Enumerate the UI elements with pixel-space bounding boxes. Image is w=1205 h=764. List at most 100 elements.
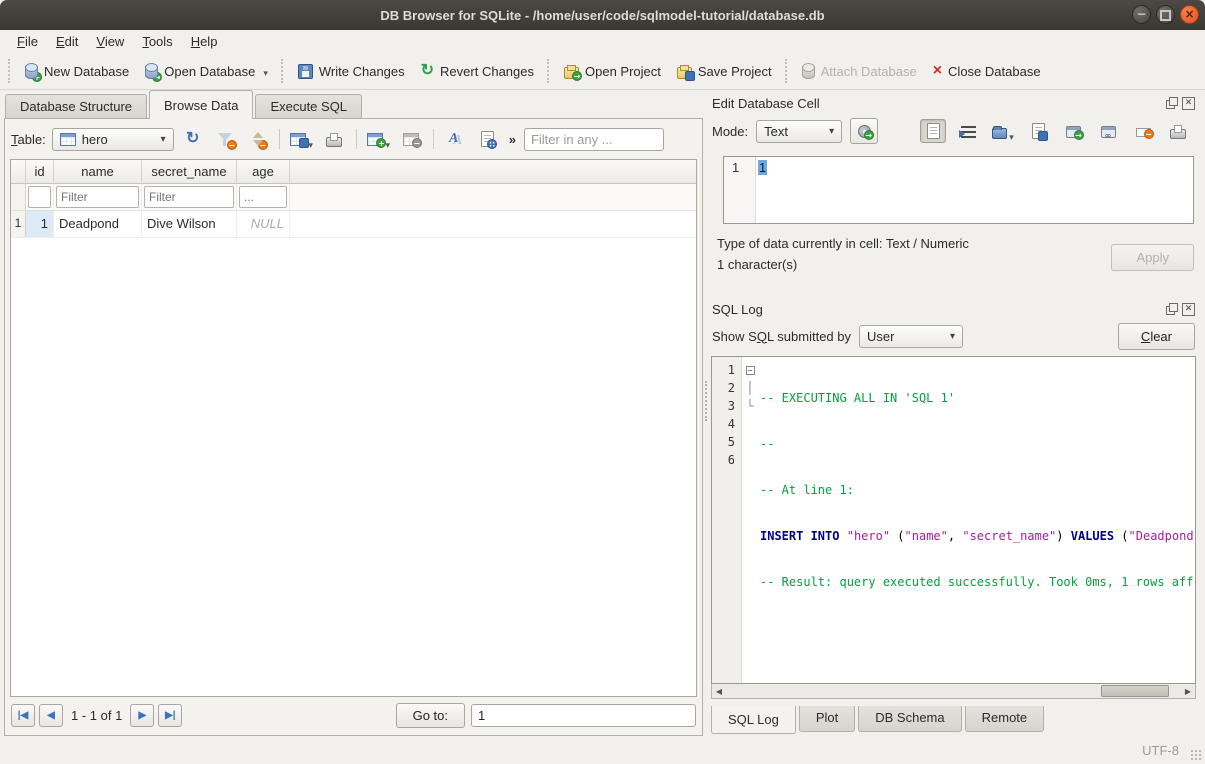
column-header-age[interactable]: age bbox=[237, 160, 290, 184]
column-header-name[interactable]: name bbox=[54, 160, 142, 184]
first-record-button[interactable]: |◀ bbox=[11, 704, 35, 727]
menu-tools[interactable]: Tools bbox=[133, 32, 181, 51]
find-in-table-button[interactable]: ∷ bbox=[475, 127, 501, 151]
export-data-button[interactable] bbox=[1025, 119, 1051, 143]
column-header-secret-name[interactable]: secret_name bbox=[142, 160, 237, 184]
maximize-button[interactable] bbox=[1156, 5, 1175, 24]
print-cell-button[interactable] bbox=[1165, 119, 1191, 143]
scrollbar-thumb[interactable] bbox=[1101, 685, 1169, 697]
minimize-button[interactable]: − bbox=[1132, 5, 1151, 24]
scroll-left-icon[interactable]: ◀ bbox=[712, 687, 726, 696]
set-null-button[interactable]: − bbox=[1130, 119, 1156, 143]
log-line-numbers: 123 456 bbox=[712, 357, 742, 683]
tab-browse-data[interactable]: Browse Data bbox=[149, 90, 253, 119]
filter-input-secret-name[interactable] bbox=[144, 186, 234, 208]
tab-database-structure[interactable]: Database Structure bbox=[5, 94, 147, 119]
close-panel-icon[interactable]: ✕ bbox=[1182, 303, 1195, 316]
new-database-button[interactable]: + New Database bbox=[18, 59, 136, 83]
column-header-id[interactable]: id bbox=[26, 160, 54, 184]
encoding-indicator[interactable]: UTF-8 bbox=[1142, 743, 1179, 758]
log-horizontal-scrollbar[interactable]: ◀ ▶ bbox=[711, 684, 1196, 699]
fold-marker-icon: − bbox=[746, 366, 755, 375]
log-line: -- Result: query executed successfully. … bbox=[760, 573, 1195, 591]
print-icon bbox=[1170, 129, 1186, 139]
menu-file[interactable]: File bbox=[8, 32, 47, 51]
mode-select[interactable]: Text ▾ bbox=[756, 120, 842, 143]
clear-sorting-button[interactable]: − bbox=[244, 127, 270, 151]
cell-secret-name[interactable]: Dive Wilson bbox=[142, 211, 237, 237]
grid-corner[interactable] bbox=[11, 160, 26, 184]
open-external-icon: → bbox=[1066, 126, 1081, 138]
sql-log-view[interactable]: 123 456 − │ └ -- EXECUTING ALL IN 'SQL 1… bbox=[711, 356, 1196, 684]
insert-record-button[interactable]: +▾ bbox=[366, 127, 392, 151]
float-panel-icon[interactable] bbox=[1165, 97, 1178, 110]
database-open-icon: → bbox=[145, 63, 158, 79]
right-pane: Edit Database Cell ✕ Mode: Text ▾ → ▾ bbox=[709, 90, 1205, 736]
dock-tab-remote[interactable]: Remote bbox=[965, 706, 1045, 732]
import-data-button[interactable]: ▾ bbox=[990, 119, 1016, 143]
float-panel-icon[interactable] bbox=[1165, 303, 1178, 316]
previous-record-button[interactable]: ◀ bbox=[39, 704, 63, 727]
mode-label: Mode: bbox=[712, 124, 748, 139]
filter-any-input[interactable] bbox=[524, 128, 664, 151]
close-panel-icon[interactable]: ✕ bbox=[1182, 97, 1195, 110]
tab-execute-sql[interactable]: Execute SQL bbox=[255, 94, 362, 119]
row-number[interactable]: 1 bbox=[11, 211, 26, 237]
vertical-splitter[interactable] bbox=[703, 90, 709, 736]
write-changes-button[interactable]: Write Changes bbox=[291, 60, 412, 83]
toolbar-handle bbox=[281, 59, 285, 83]
open-external-button[interactable]: → bbox=[1060, 119, 1086, 143]
database-new-icon: + bbox=[25, 63, 38, 79]
table-label: Table: bbox=[11, 132, 46, 147]
open-database-dropdown-icon[interactable]: ▾ bbox=[263, 68, 268, 79]
last-record-button[interactable]: ▶| bbox=[158, 704, 182, 727]
cell-age[interactable]: NULL bbox=[237, 211, 290, 237]
cell-id[interactable]: 1 bbox=[26, 211, 54, 237]
cell-type-text: Type of data currently in cell: Text / N… bbox=[717, 236, 1111, 251]
sql-source-select[interactable]: User ▾ bbox=[859, 325, 963, 348]
refresh-button[interactable]: ↻ bbox=[180, 127, 206, 151]
revert-changes-button[interactable]: ↻ Revert Changes bbox=[414, 59, 541, 83]
goto-input[interactable] bbox=[471, 704, 696, 727]
dock-tab-db-schema[interactable]: DB Schema bbox=[858, 706, 961, 732]
auto-switch-mode-button[interactable]: → bbox=[850, 118, 878, 144]
log-fold-margin[interactable]: − │ └ bbox=[742, 357, 758, 683]
menu-help[interactable]: Help bbox=[182, 32, 227, 51]
cell-name[interactable]: Deadpond bbox=[54, 211, 142, 237]
clear-filters-button[interactable]: − bbox=[212, 127, 238, 151]
close-button[interactable]: × bbox=[1180, 5, 1199, 24]
print-table-button[interactable] bbox=[321, 127, 347, 151]
dock-tab-plot[interactable]: Plot bbox=[799, 706, 855, 732]
menu-edit[interactable]: Edit bbox=[47, 32, 87, 51]
edit-cell-toolbar: Mode: Text ▾ → ▾ → ∞ − bbox=[711, 114, 1196, 148]
close-database-button[interactable]: × Close Database bbox=[926, 59, 1048, 83]
filter-input-name[interactable] bbox=[56, 186, 139, 208]
table-select[interactable]: hero ▾ bbox=[52, 128, 174, 151]
project-save-icon bbox=[677, 67, 692, 79]
save-table-button[interactable]: ▾ bbox=[289, 127, 315, 151]
toolbar-overflow-icon[interactable]: » bbox=[509, 132, 516, 147]
goto-button[interactable]: Go to: bbox=[396, 703, 465, 728]
clear-log-button[interactable]: Clear bbox=[1118, 323, 1195, 350]
menu-view[interactable]: View bbox=[87, 32, 133, 51]
text-mode-button[interactable] bbox=[920, 119, 946, 143]
next-record-button[interactable]: ▶ bbox=[130, 704, 154, 727]
log-line: -- At line 1: bbox=[760, 481, 1195, 499]
open-database-button[interactable]: → Open Database ▾ bbox=[138, 59, 275, 83]
resize-grip[interactable] bbox=[1190, 749, 1202, 761]
save-project-button[interactable]: Save Project bbox=[670, 60, 779, 83]
editor-selected-text[interactable]: 1 bbox=[758, 160, 767, 175]
font-settings-button[interactable]: A bbox=[443, 127, 469, 151]
cell-editor[interactable]: 1 1 bbox=[723, 156, 1194, 224]
scroll-right-icon[interactable]: ▶ bbox=[1181, 687, 1195, 696]
filter-input-age[interactable] bbox=[239, 186, 287, 208]
dock-tab-sql-log[interactable]: SQL Log bbox=[711, 706, 796, 734]
copy-link-button[interactable]: ∞ bbox=[1095, 119, 1121, 143]
browse-toolbar: Table: hero ▾ ↻ − − ▾ +▾ − bbox=[10, 125, 697, 159]
filter-input-id[interactable] bbox=[28, 186, 51, 208]
open-project-button[interactable]: → Open Project bbox=[557, 60, 668, 83]
word-wrap-button[interactable] bbox=[955, 119, 981, 143]
app-window: DB Browser for SQLite - /home/user/code/… bbox=[0, 0, 1205, 764]
window-controls: − × bbox=[1132, 5, 1199, 24]
statusbar: UTF-8 bbox=[0, 736, 1205, 764]
